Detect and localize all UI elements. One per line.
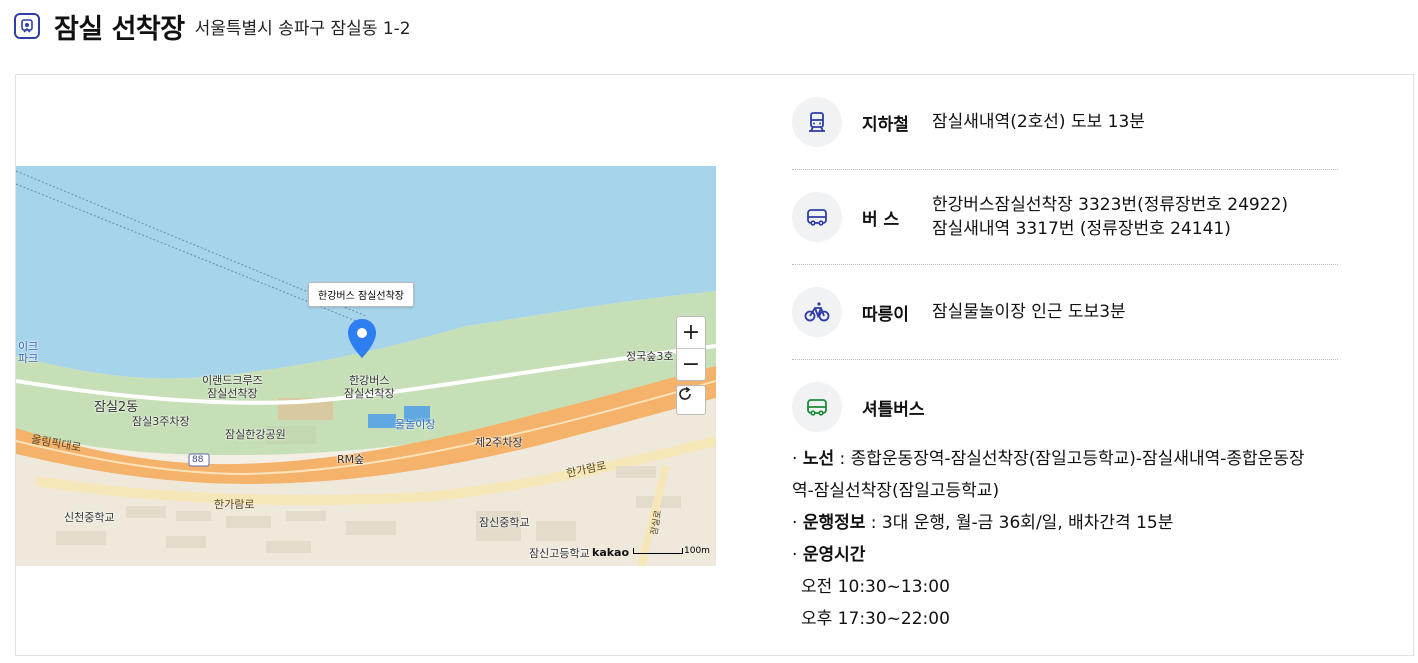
shuttle-hours-pm: 오후 17:30~22:00 xyxy=(801,609,950,629)
map-view[interactable]: 이크 파크 한강버스 잠실선착장 한강버스 잠실선착장 이랜드크루즈 잠실선착장… xyxy=(16,166,716,566)
shuttle-route-value: : 종합운동장역-잠실선착장(잠일고등학교)-잠실새내역-종합운동장 xyxy=(834,449,1305,469)
divider xyxy=(792,359,1338,360)
map-label-sincheon: 신천중학교 xyxy=(64,511,115,524)
zoom-in-button[interactable]: + xyxy=(677,317,705,348)
info-card: 이크 파크 한강버스 잠실선착장 한강버스 잠실선착장 이랜드크루즈 잠실선착장… xyxy=(15,74,1414,656)
shuttle-hours: · 운영시간 xyxy=(792,545,866,565)
map-label-edge-bottom: 파크 xyxy=(18,352,39,365)
bus-value-line-1: 한강버스잠실선착장 3323번(정류장번호 24922) xyxy=(932,195,1289,215)
map-label-route88: 88 xyxy=(192,455,204,465)
map-label-station: 한강버스 잠실선착장 xyxy=(344,374,395,400)
bus-value-line-2: 잠실새내역 3317번 (정류장번호 24141) xyxy=(932,219,1231,239)
map-label-jamsin-mid: 잠신중학교 xyxy=(479,516,530,529)
kakao-logo: kakao xyxy=(592,546,630,559)
map-label-hangaram: 한가람로 xyxy=(214,498,255,511)
bus-values: 한강버스잠실선착장 3323번(정류장번호 24922) 잠실새내역 3317번… xyxy=(932,193,1288,241)
zoom-out-button[interactable]: − xyxy=(677,348,705,380)
map-scale-text: 100m xyxy=(684,546,710,556)
shuttle-ops: · 운행정보 : 3대 운행, 월-금 36회/일, 배차간격 15분 xyxy=(792,513,1174,533)
shuttle-route-cont: 역-잠실선착장(잠일고등학교) xyxy=(792,481,1000,501)
shuttle-ops-label: 운행정보 xyxy=(802,513,866,533)
page-address: 서울특별시 송파구 잠실동 1-2 xyxy=(194,18,411,39)
transport-bike-row: 따릉이 잠실물놀이장 인근 도보3분 xyxy=(792,287,1126,337)
map-label-park: 잠실한강공원 xyxy=(225,428,286,441)
map-zoom-control: + − xyxy=(676,316,706,381)
marker-callout[interactable]: 한강버스 잠실선착장 xyxy=(308,282,414,307)
bicycle-icon xyxy=(792,287,842,337)
bus-icon xyxy=(792,192,842,242)
shuttle-hours-label: 운영시간 xyxy=(802,545,866,565)
bike-value: 잠실물놀이장 인근 도보3분 xyxy=(932,302,1126,322)
transport-bus-row: 버 스 한강버스잠실선착장 3323번(정류장번호 24922) 잠실새내역 3… xyxy=(792,192,1288,242)
refresh-icon xyxy=(679,386,691,400)
bus-label: 버 스 xyxy=(862,209,900,230)
map-label-ireland: 이랜드크루즈 잠실선착장 xyxy=(202,374,263,400)
map-refresh-button[interactable] xyxy=(676,385,706,415)
map-scale-bar xyxy=(633,548,683,554)
transport-subway-row: 지하철 잠실새내역(2호선) 도보 13분 xyxy=(792,97,1145,147)
subway-icon xyxy=(792,97,842,147)
page-header: 잠실 선착장 서울특별시 송파구 잠실동 1-2 xyxy=(14,8,411,45)
subway-value: 잠실새내역(2호선) 도보 13분 xyxy=(932,112,1145,132)
shuttle-details: · 노선 : 종합운동장역-잠실선착장(잠일고등학교)-잠실새내역-종합운동장 … xyxy=(792,443,1352,635)
shuttle-route: · 노선 : 종합운동장역-잠실선착장(잠일고등학교)-잠실새내역-종합운동장 xyxy=(792,449,1305,469)
divider xyxy=(792,169,1338,170)
map-label-jamsin-high: 잠신고등학교 xyxy=(529,547,590,560)
divider xyxy=(792,264,1338,265)
shuttle-label: 셔틀버스 xyxy=(862,399,925,420)
map-label-parking2: 제2주차장 xyxy=(475,436,523,449)
map-label-rm: RM숲 xyxy=(337,453,365,466)
page-title: 잠실 선착장 xyxy=(54,13,185,45)
subway-label: 지하철 xyxy=(862,114,909,135)
location-pin-icon xyxy=(14,13,40,39)
shuttle-ops-value: : 3대 운행, 월-금 36회/일, 배차간격 15분 xyxy=(865,513,1174,533)
shuttle-hours-am: 오전 10:30~13:00 xyxy=(801,577,950,597)
bike-label: 따릉이 xyxy=(862,304,909,325)
map-label-parking3: 잠실3주차장 xyxy=(132,415,190,428)
shuttle-route-label: 노선 xyxy=(802,449,835,469)
map-canvas xyxy=(16,166,716,566)
transport-shuttle-row: 셔틀버스 xyxy=(792,382,932,432)
shuttle-bus-icon xyxy=(792,382,842,432)
map-label-waterplay: 물놀이장 xyxy=(395,418,436,431)
map-label-jeongguk: 정국숲3호 xyxy=(626,350,674,363)
